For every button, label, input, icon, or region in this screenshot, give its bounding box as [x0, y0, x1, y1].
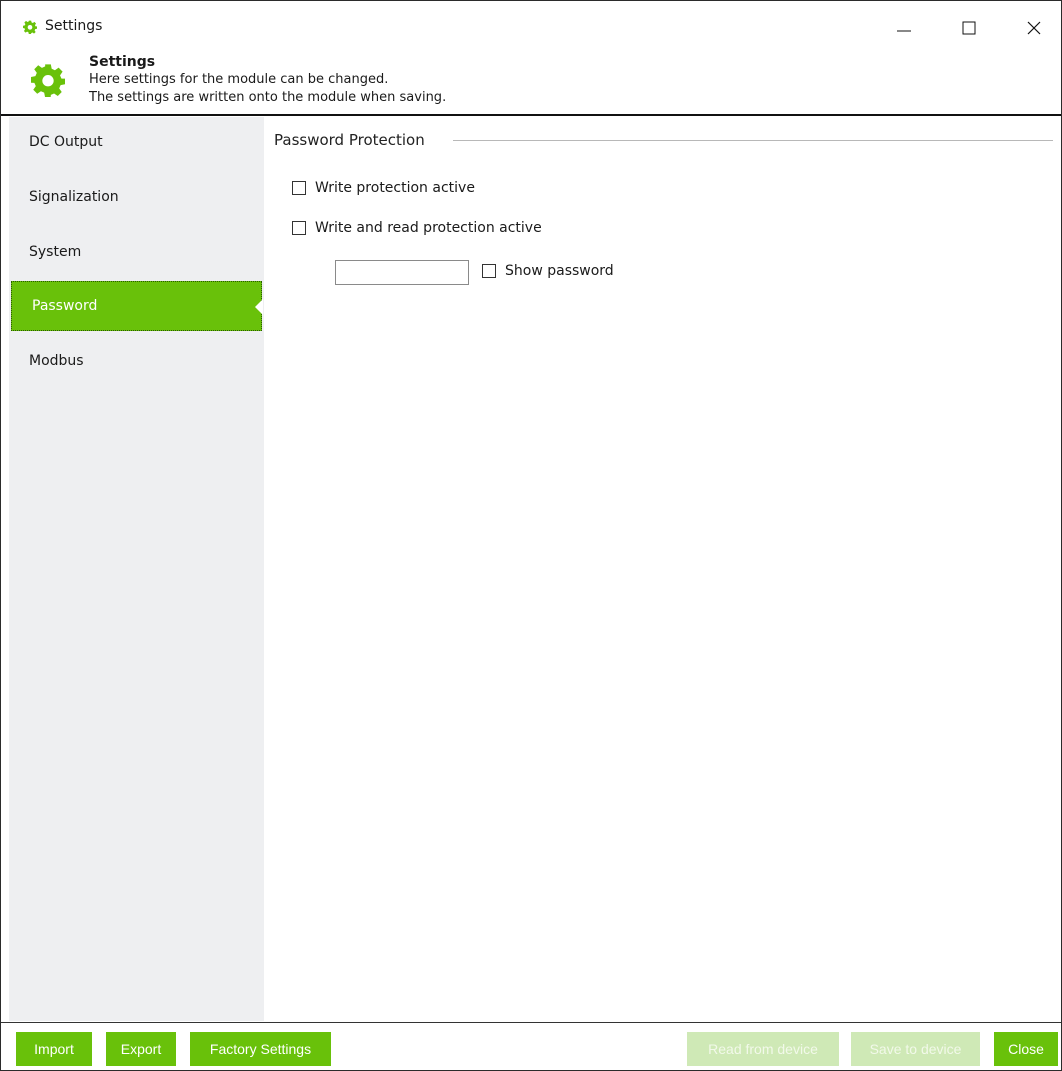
show-password-checkbox[interactable]: Show password — [482, 263, 614, 279]
group-divider — [453, 140, 1053, 141]
title-bar: Settings — [1, 1, 1061, 51]
checkbox-box[interactable] — [292, 181, 306, 195]
sidebar: DC Output Signalization System Password … — [9, 117, 264, 1021]
sidebar-item-label: System — [29, 244, 82, 260]
export-button[interactable]: Export — [106, 1032, 176, 1066]
maximize-button[interactable] — [946, 13, 992, 43]
window-title: Settings — [45, 18, 103, 34]
gear-icon — [31, 64, 65, 97]
write-protection-label: Write protection active — [315, 180, 475, 196]
sidebar-item-label: Modbus — [29, 353, 84, 369]
sidebar-item-label: Password — [32, 298, 98, 314]
sidebar-item-system[interactable]: System — [9, 227, 264, 277]
header-description-2: The settings are written onto the module… — [89, 90, 447, 105]
maximize-icon — [962, 21, 976, 35]
close-icon — [1027, 21, 1041, 35]
sidebar-item-dc-output[interactable]: DC Output — [9, 117, 264, 167]
sidebar-item-password[interactable]: Password — [11, 281, 263, 331]
sidebar-item-label: DC Output — [29, 134, 103, 150]
write-protection-checkbox[interactable]: Write protection active — [292, 180, 475, 196]
gear-icon — [23, 20, 37, 34]
import-button[interactable]: Import — [16, 1032, 92, 1066]
header-divider — [1, 114, 1061, 116]
show-password-label: Show password — [505, 263, 614, 279]
read-write-protection-checkbox[interactable]: Write and read protection active — [292, 220, 542, 236]
sidebar-item-modbus[interactable]: Modbus — [9, 336, 264, 386]
checkbox-box[interactable] — [292, 221, 306, 235]
group-title: Password Protection — [274, 131, 425, 149]
active-indicator — [255, 299, 263, 315]
sidebar-item-label: Signalization — [29, 189, 119, 205]
read-from-device-button[interactable]: Read from device — [687, 1032, 839, 1066]
header-description: Here settings for the module can be chan… — [89, 72, 389, 87]
settings-window: Settings Settings Here settings for the … — [0, 0, 1062, 1071]
read-write-protection-label: Write and read protection active — [315, 220, 542, 236]
minimize-button[interactable] — [881, 13, 927, 43]
close-button[interactable]: Close — [994, 1032, 1058, 1066]
sidebar-item-signalization[interactable]: Signalization — [9, 172, 264, 222]
minimize-icon — [897, 30, 911, 32]
factory-settings-button[interactable]: Factory Settings — [190, 1032, 331, 1066]
footer-divider — [1, 1022, 1061, 1023]
password-input[interactable] — [335, 260, 469, 285]
save-to-device-button[interactable]: Save to device — [851, 1032, 980, 1066]
checkbox-box[interactable] — [482, 264, 496, 278]
header-title: Settings — [89, 54, 156, 70]
close-window-button[interactable] — [1011, 13, 1057, 43]
